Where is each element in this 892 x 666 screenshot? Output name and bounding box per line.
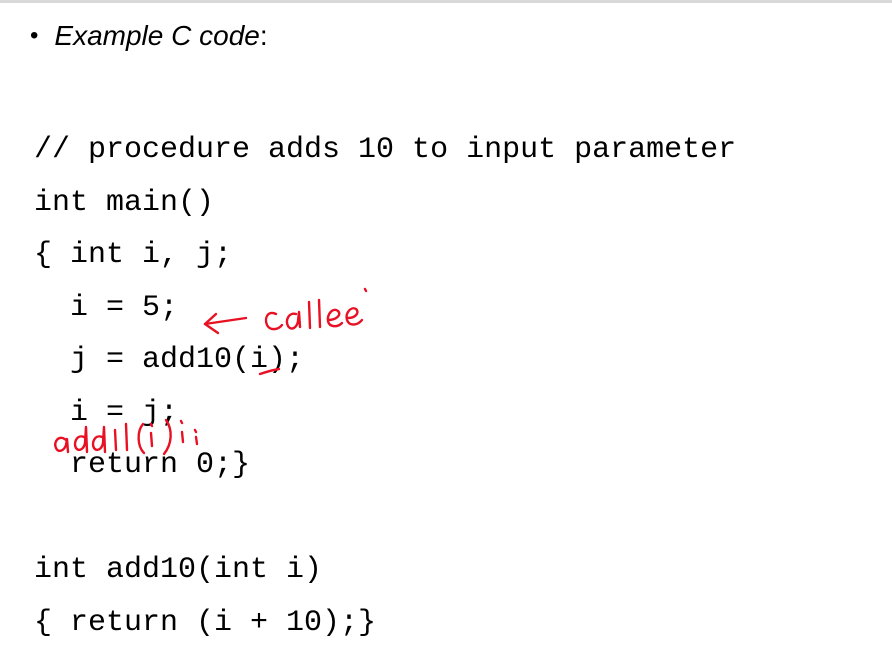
code-block: // procedure adds 10 to input parameter i…	[34, 124, 736, 649]
code-line-add10-body: { return (i + 10);}	[34, 605, 377, 640]
code-line-return: return 0;}	[34, 448, 251, 482]
code-line-assign-j: i = j;	[34, 395, 179, 430]
bullet-dot-icon: •	[30, 22, 39, 49]
code-line-call-add10: j = add10(i);	[34, 343, 305, 377]
bullet-label: Example C code	[54, 20, 260, 51]
slide-content: • Example C code : // procedure adds 10 …	[0, 0, 892, 666]
bullet-heading: • Example C code :	[30, 20, 268, 52]
code-line-main-signature: int main()	[34, 185, 215, 220]
code-line-declarations: { int i, j;	[34, 238, 233, 272]
bullet-suffix: :	[259, 20, 268, 51]
code-line-comment: // procedure adds 10 to input parameter	[34, 133, 737, 167]
code-line-assign-i: i = 5;	[34, 290, 179, 325]
code-line-add10-signature: int add10(int i)	[34, 553, 323, 587]
